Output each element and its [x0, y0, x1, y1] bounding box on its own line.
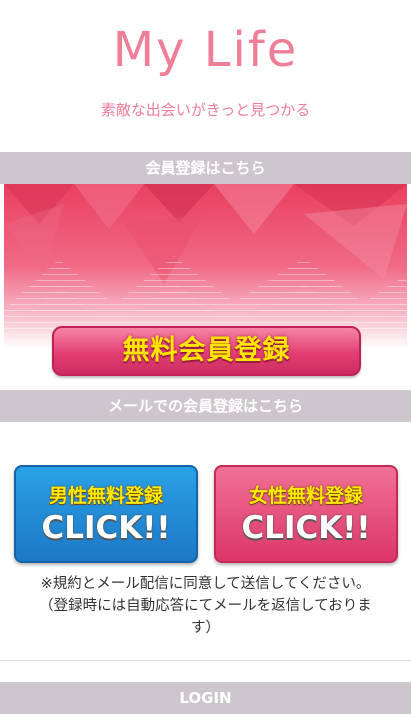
notice-line-1: ※規約とメール配信に同意して送信してください。	[40, 576, 371, 592]
tagline: 素敵な出会いがきっと見つかる	[100, 101, 311, 119]
login-button[interactable]: LOGIN	[0, 682, 411, 714]
section-header-mail-registration: メールでの会員登録はこちら	[0, 390, 411, 422]
male-registration-label: 男性無料登録	[48, 485, 163, 507]
registration-notice: ※規約とメール配信に同意して送信してください。 （登録時には自動応答にてメールを…	[14, 573, 397, 639]
female-registration-button[interactable]: 女性無料登録 CLICK!!	[214, 465, 398, 563]
logo: My Life	[112, 22, 299, 78]
male-registration-button[interactable]: 男性無料登録 CLICK!!	[14, 465, 198, 563]
section-header-member-registration: 会員登録はこちら	[0, 152, 411, 184]
male-click-label: CLICK!!	[41, 510, 171, 546]
female-registration-label: 女性無料登録	[248, 485, 363, 507]
free-registration-button[interactable]: 無料会員登録	[52, 326, 361, 376]
divider	[0, 660, 411, 661]
notice-line-2: （登録時には自動応答にてメールを返信しておりま	[39, 598, 372, 614]
registration-banner[interactable]: 無料会員登録	[4, 184, 407, 390]
notice-line-3: す）	[191, 620, 220, 636]
female-click-label: CLICK!!	[241, 510, 371, 546]
